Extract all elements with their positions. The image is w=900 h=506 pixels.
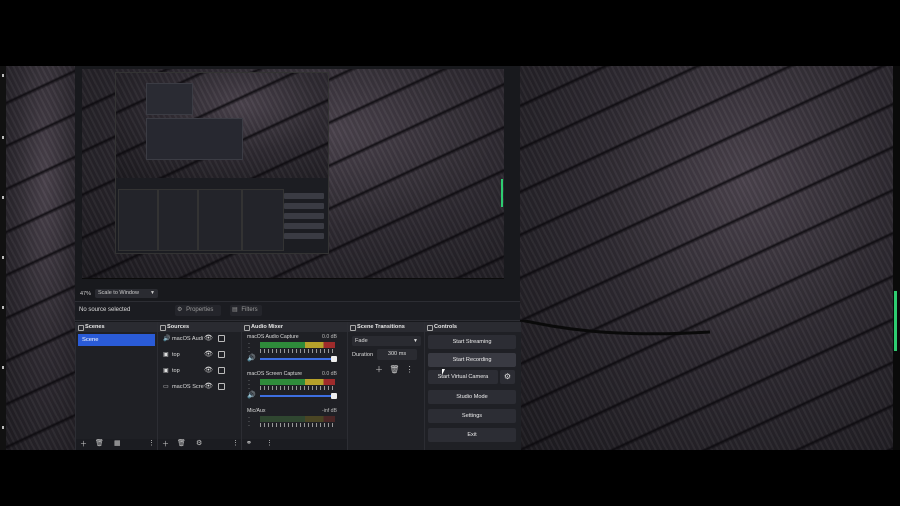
scenes-footer: ＋ 🗑 ▦ ⋮ bbox=[76, 439, 157, 450]
scene-item[interactable]: Scene bbox=[78, 334, 155, 346]
more-icon[interactable]: · · · bbox=[248, 341, 250, 355]
lock-icon[interactable] bbox=[218, 383, 225, 390]
speaker-icon[interactable]: 🔊 bbox=[247, 354, 256, 362]
controls-title: Controls bbox=[425, 322, 521, 332]
start-virtual-camera-button[interactable]: Start Virtual Camera bbox=[428, 370, 498, 384]
eye-icon[interactable]: 👁 bbox=[204, 382, 213, 390]
trash-icon[interactable]: 🗑 bbox=[177, 439, 186, 447]
scenes-dock: Scenes Scene ＋ 🗑 ▦ ⋮ bbox=[75, 322, 157, 450]
right-edge-strip bbox=[893, 66, 900, 450]
mixer-channel: Mic/Aux -inf dB · · · bbox=[247, 408, 337, 429]
properties-button[interactable]: ⚙ Properties bbox=[175, 305, 221, 316]
gear-icon: ⚙ bbox=[177, 307, 183, 313]
transition-buttons: ＋ 🗑 ⋮ bbox=[375, 364, 414, 375]
speaker-icon: 🔊 bbox=[163, 336, 171, 342]
eye-icon[interactable]: 👁 bbox=[204, 350, 213, 358]
volume-meter bbox=[260, 342, 335, 348]
nested-docks bbox=[116, 185, 328, 253]
trash-icon[interactable]: 🗑 bbox=[95, 439, 104, 447]
mixer-channel: macOS Audio Capture 0.0 dB · · · 🔊 bbox=[247, 334, 337, 362]
more-icon[interactable]: ⋮ bbox=[148, 439, 155, 447]
lock-icon[interactable] bbox=[218, 367, 225, 374]
background-wood-right bbox=[520, 66, 895, 450]
duration-field[interactable]: 300 ms bbox=[377, 349, 417, 360]
scale-dropdown[interactable]: Scale to Window ▼ bbox=[95, 289, 158, 298]
wood-crack-line bbox=[520, 320, 711, 336]
link-icon[interactable]: ⚭ bbox=[246, 439, 252, 447]
background-wood-left bbox=[0, 66, 75, 450]
obs-window: 47% Scale to Window ▼ No source selected… bbox=[75, 66, 521, 450]
controls-dock: Controls Start Streaming Start Recording… bbox=[424, 322, 521, 450]
chevron-down-icon: ▼ bbox=[150, 290, 155, 296]
add-icon[interactable]: ＋ bbox=[80, 439, 87, 449]
mixer-channel: macOS Screen Capture 0.0 dB · · · 🔊 bbox=[247, 371, 337, 399]
source-item[interactable]: ▭ macOS Scre 👁 bbox=[158, 380, 241, 396]
chevron-down-icon: ▼ bbox=[413, 338, 418, 344]
lock-icon[interactable] bbox=[218, 335, 225, 342]
nested-preview-window bbox=[146, 118, 243, 160]
more-icon[interactable]: · · · bbox=[248, 378, 250, 392]
add-icon[interactable]: ＋ bbox=[375, 365, 383, 374]
transition-select[interactable]: Fade ▼ bbox=[352, 336, 421, 346]
start-recording-button[interactable]: Start Recording bbox=[428, 353, 516, 367]
image-icon: ▣ bbox=[163, 368, 169, 374]
duration-label: Duration bbox=[352, 352, 374, 358]
source-toolbar: No source selected ⚙ Properties ▤ Filter… bbox=[75, 301, 520, 321]
volume-meter bbox=[260, 416, 335, 422]
start-streaming-button[interactable]: Start Streaming bbox=[428, 335, 516, 349]
nested-preview-thumbnail bbox=[146, 83, 193, 115]
eye-icon[interactable]: 👁 bbox=[204, 366, 213, 374]
eye-icon[interactable]: 👁 bbox=[204, 334, 213, 342]
mouse-cursor bbox=[442, 369, 445, 375]
lock-icon[interactable] bbox=[218, 351, 225, 358]
zoom-level: 47% bbox=[80, 291, 92, 297]
scenes-title: Scenes bbox=[76, 322, 157, 332]
source-item[interactable]: ▣ top 👁 bbox=[158, 348, 241, 364]
source-item[interactable]: 🔊 macOS Audi 👁 bbox=[158, 332, 241, 348]
scale-dropdown-label: Scale to Window bbox=[98, 290, 139, 296]
no-source-label: No source selected bbox=[79, 307, 131, 313]
volume-slider[interactable] bbox=[260, 393, 337, 399]
mixer-footer: ⚭ ⋮ bbox=[242, 439, 347, 450]
left-edge-strip bbox=[0, 66, 6, 450]
add-icon[interactable]: ＋ bbox=[162, 439, 169, 449]
filter-icon: ▤ bbox=[232, 307, 238, 313]
gear-icon[interactable]: ⚙ bbox=[500, 370, 515, 384]
preview-green-guide bbox=[501, 179, 503, 207]
trash-icon[interactable]: 🗑 bbox=[389, 365, 399, 374]
preview-toolbar: 47% Scale to Window ▼ bbox=[75, 287, 520, 301]
nested-obs-preview bbox=[115, 72, 329, 254]
more-icon[interactable]: ⋮ bbox=[266, 439, 273, 447]
filters-button[interactable]: ▤ Filters bbox=[230, 305, 262, 316]
letterbox-bottom bbox=[0, 450, 900, 506]
sources-title: Sources bbox=[158, 322, 241, 332]
gear-icon[interactable]: ⚙ bbox=[196, 439, 202, 447]
audio-mixer-dock: Audio Mixer macOS Audio Capture 0.0 dB ·… bbox=[241, 322, 347, 450]
more-icon[interactable]: ⋮ bbox=[406, 365, 414, 374]
preview-canvas[interactable] bbox=[82, 69, 504, 279]
more-icon[interactable]: ⋮ bbox=[232, 439, 239, 447]
sources-footer: ＋ 🗑 ⚙ ⋮ bbox=[158, 439, 241, 450]
sources-dock: Sources 🔊 macOS Audi 👁 ▣ top 👁 ▣ top 👁 ▭… bbox=[157, 322, 241, 450]
more-icon[interactable]: · · · bbox=[248, 415, 250, 429]
settings-button[interactable]: Settings bbox=[428, 409, 516, 423]
volume-meter bbox=[260, 379, 335, 385]
letterbox-top bbox=[0, 0, 900, 66]
audio-mixer-title: Audio Mixer bbox=[242, 322, 347, 332]
transitions-title: Scene Transitions bbox=[348, 322, 424, 332]
speaker-icon[interactable]: 🔊 bbox=[247, 391, 256, 399]
source-item[interactable]: ▣ top 👁 bbox=[158, 364, 241, 380]
scene-transitions-dock: Scene Transitions Fade ▼ Duration 300 ms… bbox=[347, 322, 424, 450]
filter-icon[interactable]: ▦ bbox=[114, 439, 121, 447]
volume-slider[interactable] bbox=[260, 356, 337, 362]
image-icon: ▣ bbox=[163, 352, 169, 358]
exit-button[interactable]: Exit bbox=[428, 428, 516, 442]
studio-mode-button[interactable]: Studio Mode bbox=[428, 390, 516, 404]
monitor-icon: ▭ bbox=[163, 384, 169, 390]
